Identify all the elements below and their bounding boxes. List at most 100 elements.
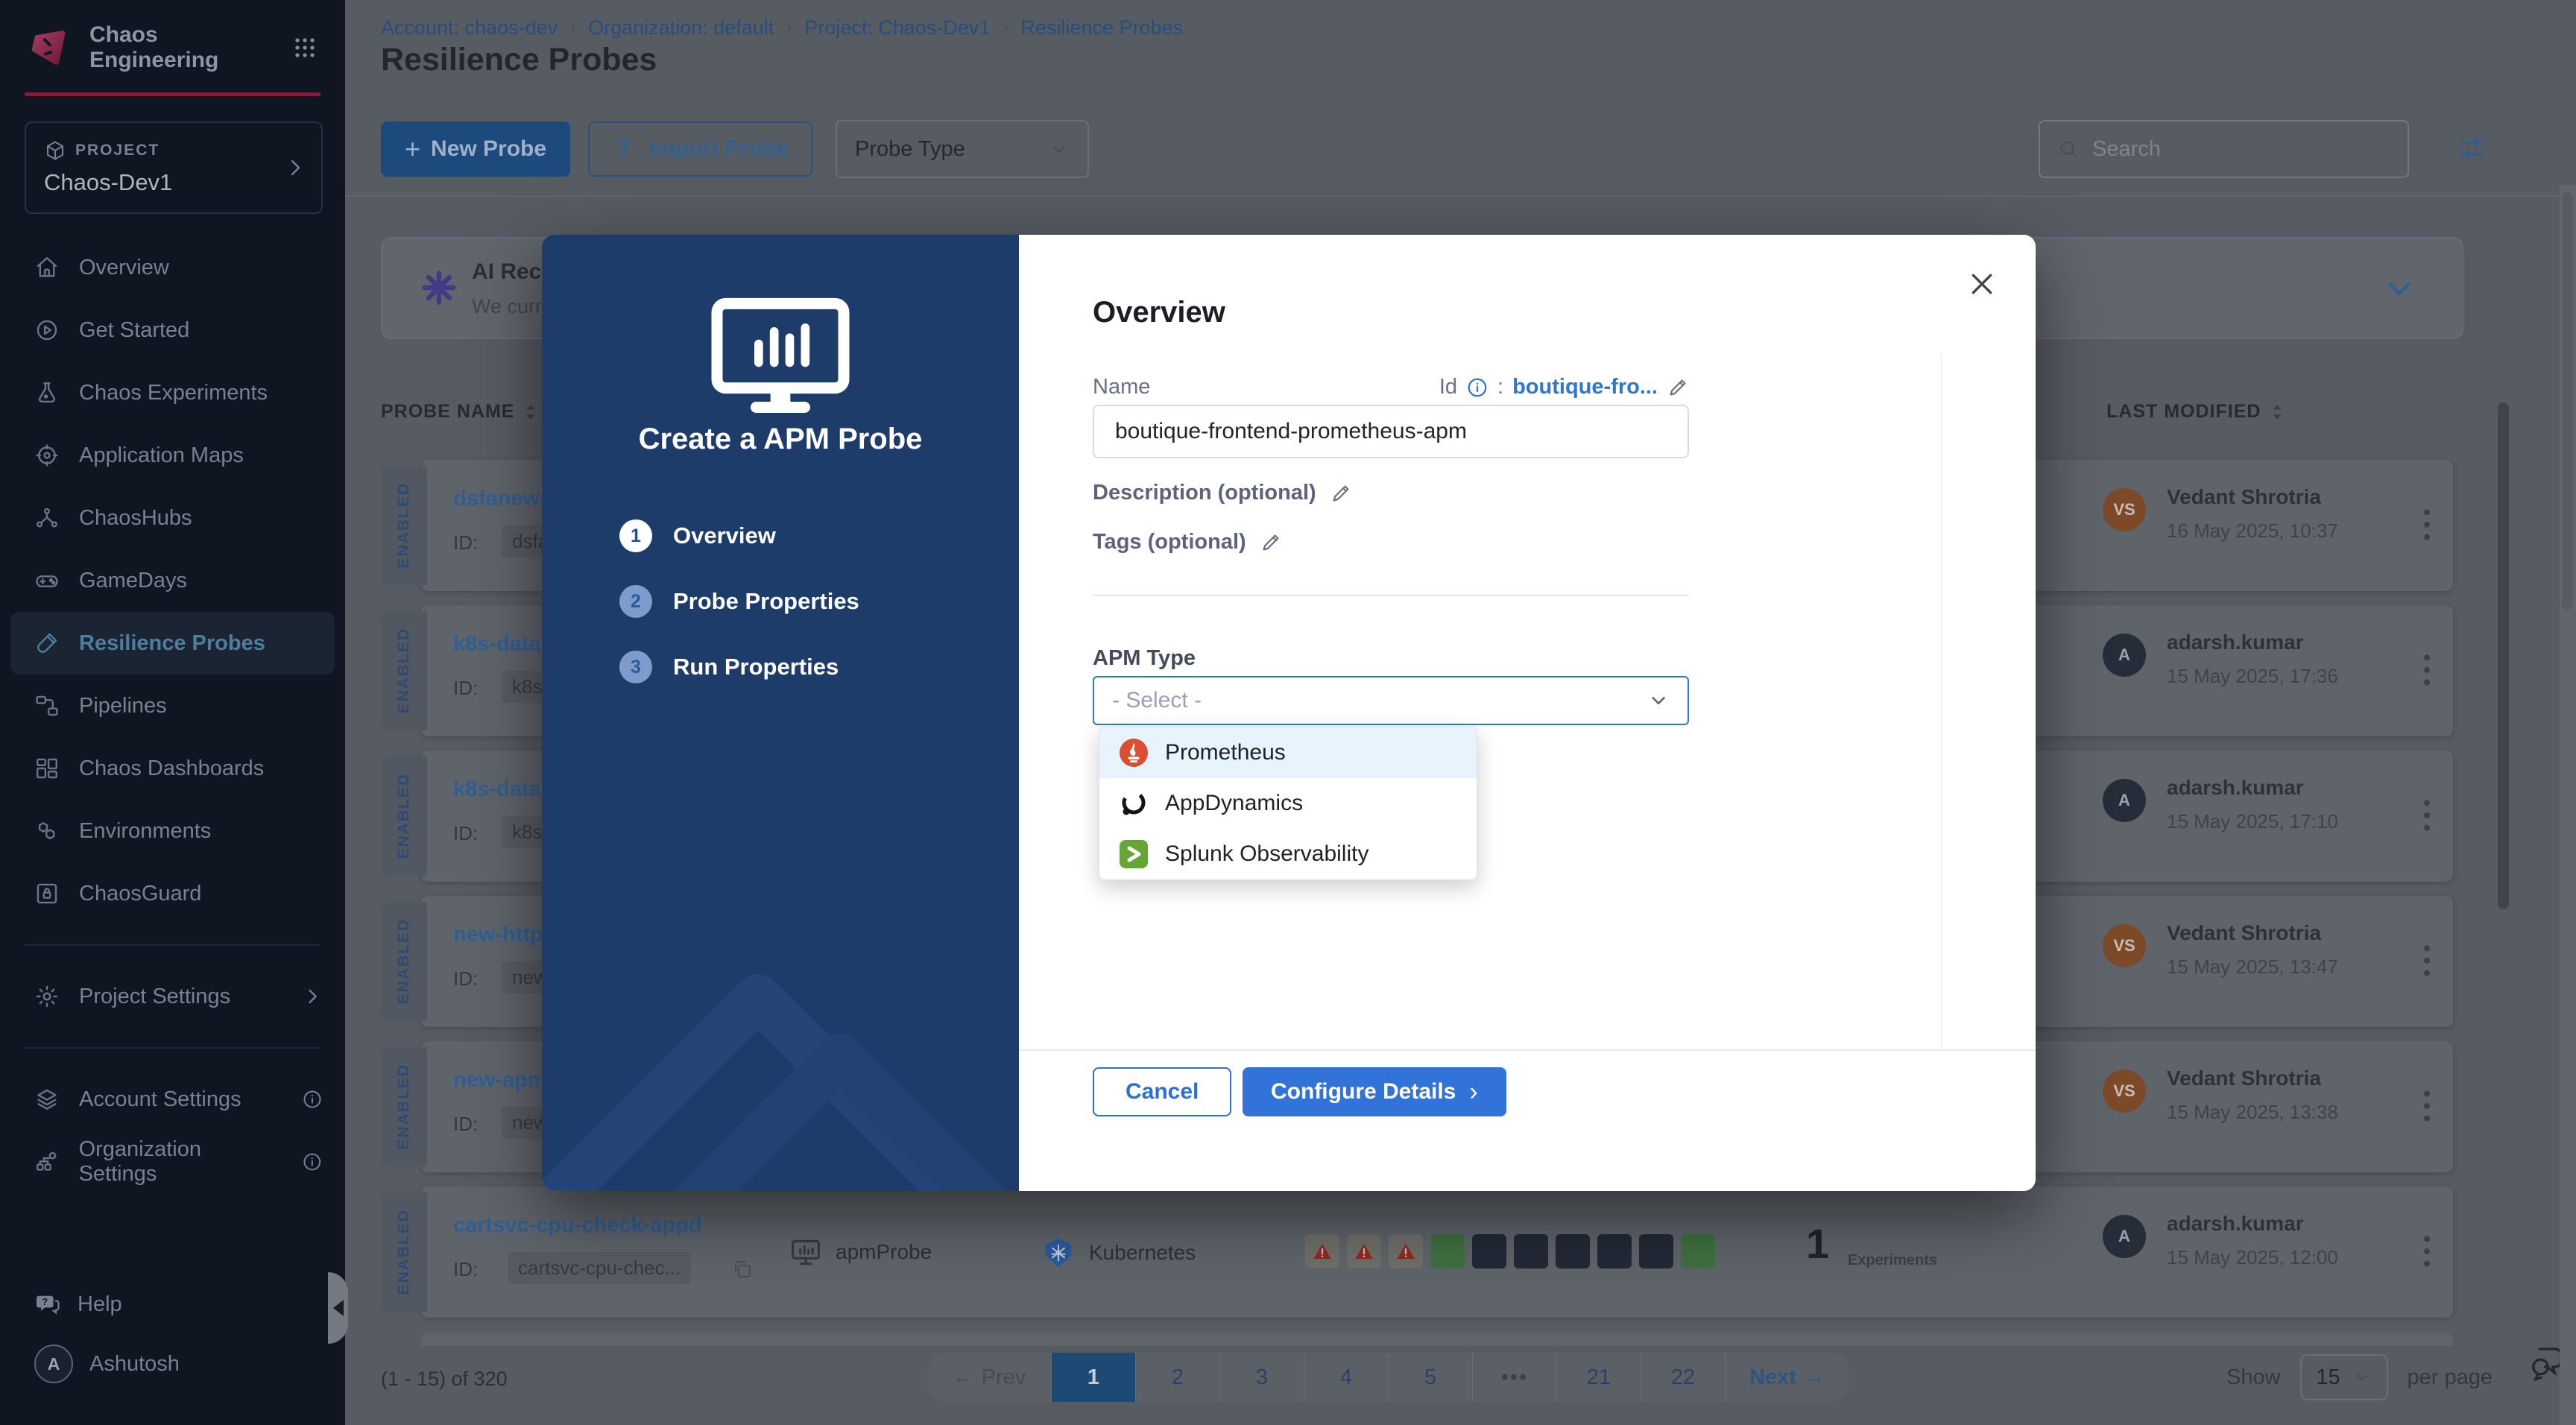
configure-details-button[interactable]: Configure Details ›: [1243, 1067, 1506, 1116]
probe-name-input[interactable]: [1093, 405, 1689, 458]
sidebar-item-organization-settings[interactable]: Organization Settings: [0, 1131, 345, 1193]
environment-icon: [34, 818, 60, 844]
cube-icon: [44, 139, 66, 162]
step-run-properties[interactable]: 3 Run Properties: [619, 651, 859, 683]
sidebar-header: Chaos Engineering: [0, 0, 345, 91]
harness-logo[interactable]: [27, 25, 73, 71]
page-size-select[interactable]: 15: [2300, 1354, 2388, 1400]
result-na-square: [1597, 1234, 1632, 1268]
sidebar-item-chaoshubs[interactable]: ChaosHubs: [0, 487, 345, 549]
project-label-row: PROJECT: [44, 139, 303, 162]
breadcrumb-page[interactable]: Resilience Probes: [1020, 16, 1183, 40]
column-header-last-modified[interactable]: LAST MODIFIED: [2106, 401, 2283, 423]
org-gear-icon: [34, 1149, 60, 1175]
tags-row: Tags (optional): [1093, 530, 1282, 554]
sidebar-item-chaos-experiments[interactable]: Chaos Experiments: [0, 361, 345, 424]
option-prometheus[interactable]: Prometheus: [1099, 727, 1477, 778]
user-menu[interactable]: A Ashutosh: [0, 1333, 345, 1395]
probe-type-cell: apmProbe: [789, 1236, 932, 1268]
next-page-button[interactable]: Next→: [1726, 1353, 1849, 1402]
table-row[interactable]: ENABLED cartsvc-cpu-check-appd ID: carts…: [381, 1187, 2453, 1318]
sidebar-item-get-started[interactable]: Get Started: [0, 299, 345, 361]
close-icon[interactable]: [1961, 263, 2003, 305]
column-header-probe-name[interactable]: PROBE NAME: [381, 401, 537, 423]
avatar: VS: [2103, 924, 2146, 967]
chevron-down-icon: [1647, 689, 1670, 712]
sidebar-item-resilience-probes[interactable]: Resilience Probes: [10, 612, 335, 674]
sidebar-item-gamedays[interactable]: GameDays: [0, 549, 345, 612]
breadcrumb-account[interactable]: Account: chaos-dev: [381, 16, 558, 40]
option-appdynamics[interactable]: AppDynamics: [1099, 778, 1477, 829]
help-button[interactable]: ? Help: [0, 1276, 345, 1333]
option-splunk-observability[interactable]: Splunk Observability: [1099, 829, 1477, 879]
probe-id-chip: cartsvc-cpu-chec...: [508, 1252, 691, 1284]
apm-type-label: APM Type: [1093, 646, 1196, 671]
pagination-range: (1 - 15) of 320: [381, 1368, 508, 1391]
kebab-menu-icon[interactable]: [2417, 1228, 2437, 1274]
cancel-button[interactable]: Cancel: [1093, 1067, 1231, 1116]
info-icon[interactable]: [1466, 376, 1489, 399]
kebab-menu-icon[interactable]: [2417, 792, 2437, 838]
chevron-down-icon[interactable]: [2381, 271, 2417, 307]
page-button-2[interactable]: 2: [1136, 1353, 1220, 1402]
sidebar-item-account-settings[interactable]: Account Settings: [0, 1068, 345, 1131]
kebab-menu-icon[interactable]: [2417, 1083, 2437, 1129]
import-probe-button[interactable]: Import Probe: [588, 121, 812, 177]
avatar: A: [2103, 779, 2146, 822]
sidebar-item-application-maps[interactable]: Application Maps: [0, 424, 345, 487]
page-button-3[interactable]: 3: [1220, 1353, 1304, 1402]
sidebar-item-overview[interactable]: Overview: [0, 236, 345, 299]
help-label: Help: [78, 1292, 122, 1317]
step-overview[interactable]: 1 Overview: [619, 519, 859, 552]
kebab-menu-icon[interactable]: [2417, 502, 2437, 548]
modified-date: 16 May 2025, 10:37: [2167, 519, 2338, 543]
infrastructure-value: Kubernetes: [1089, 1241, 1196, 1265]
sidebar-item-pipelines[interactable]: Pipelines: [0, 674, 345, 737]
nav-label: Environments: [79, 819, 211, 844]
probe-type-filter[interactable]: Probe Type: [836, 120, 1089, 178]
toolbar-divider: [345, 195, 2576, 197]
get-started-icon: [34, 317, 60, 343]
sidebar-item-project-settings[interactable]: Project Settings: [0, 965, 345, 1028]
column-label: LAST MODIFIED: [2106, 401, 2261, 423]
probe-name-link[interactable]: new-http-: [453, 923, 550, 947]
probe-name-link[interactable]: k8s-datad: [453, 632, 554, 657]
filter-sliders-icon[interactable]: [2455, 131, 2489, 165]
page-button-1[interactable]: 1: [1052, 1353, 1136, 1402]
breadcrumb-org[interactable]: Organization: default: [588, 16, 774, 40]
table-scrollbar-thumb[interactable]: [2498, 402, 2509, 909]
copy-icon[interactable]: [731, 1258, 754, 1280]
module-grid-icon[interactable]: [290, 33, 320, 63]
probe-results: [1305, 1234, 1715, 1268]
edit-pencil-icon[interactable]: [1667, 376, 1689, 399]
apm-type-select[interactable]: - Select -: [1093, 676, 1689, 725]
wizard-title: Create a APM Probe: [542, 423, 1019, 456]
page-button-4[interactable]: 4: [1304, 1353, 1389, 1402]
page-button-22[interactable]: 22: [1641, 1353, 1726, 1402]
prev-page-button[interactable]: ←Prev: [927, 1353, 1052, 1402]
project-selector[interactable]: PROJECT Chaos-Dev1: [25, 121, 323, 214]
edit-pencil-icon[interactable]: [1260, 531, 1282, 554]
search-input[interactable]: Search: [2039, 120, 2409, 178]
target-icon: [34, 443, 60, 468]
gamepad-icon: [34, 568, 60, 593]
layers-gear-icon: [34, 1087, 60, 1112]
kebab-menu-icon[interactable]: [2417, 647, 2437, 693]
probe-name-link[interactable]: cartsvc-cpu-check-appd: [453, 1213, 702, 1238]
sidebar-item-chaosguard[interactable]: ChaosGuard: [0, 862, 345, 925]
edit-pencil-icon[interactable]: [1330, 482, 1352, 505]
new-probe-button[interactable]: + New Probe: [381, 121, 570, 177]
page-scrollbar-thumb[interactable]: [2562, 192, 2573, 610]
sidebar-item-chaos-dashboards[interactable]: Chaos Dashboards: [0, 737, 345, 800]
probe-name-link[interactable]: new-apm-: [453, 1068, 554, 1093]
nav-label: Organization Settings: [79, 1137, 283, 1187]
breadcrumb-project[interactable]: Project: Chaos-Dev1: [804, 16, 990, 40]
step-label: Overview: [673, 522, 776, 549]
nav-label: Get Started: [79, 318, 189, 343]
step-probe-properties[interactable]: 2 Probe Properties: [619, 585, 859, 618]
page-button-5[interactable]: 5: [1389, 1353, 1473, 1402]
kebab-menu-icon[interactable]: [2417, 938, 2437, 984]
probe-name-link[interactable]: k8s-datad: [453, 777, 554, 802]
page-button-21[interactable]: 21: [1557, 1353, 1641, 1402]
sidebar-item-environments[interactable]: Environments: [0, 800, 345, 862]
